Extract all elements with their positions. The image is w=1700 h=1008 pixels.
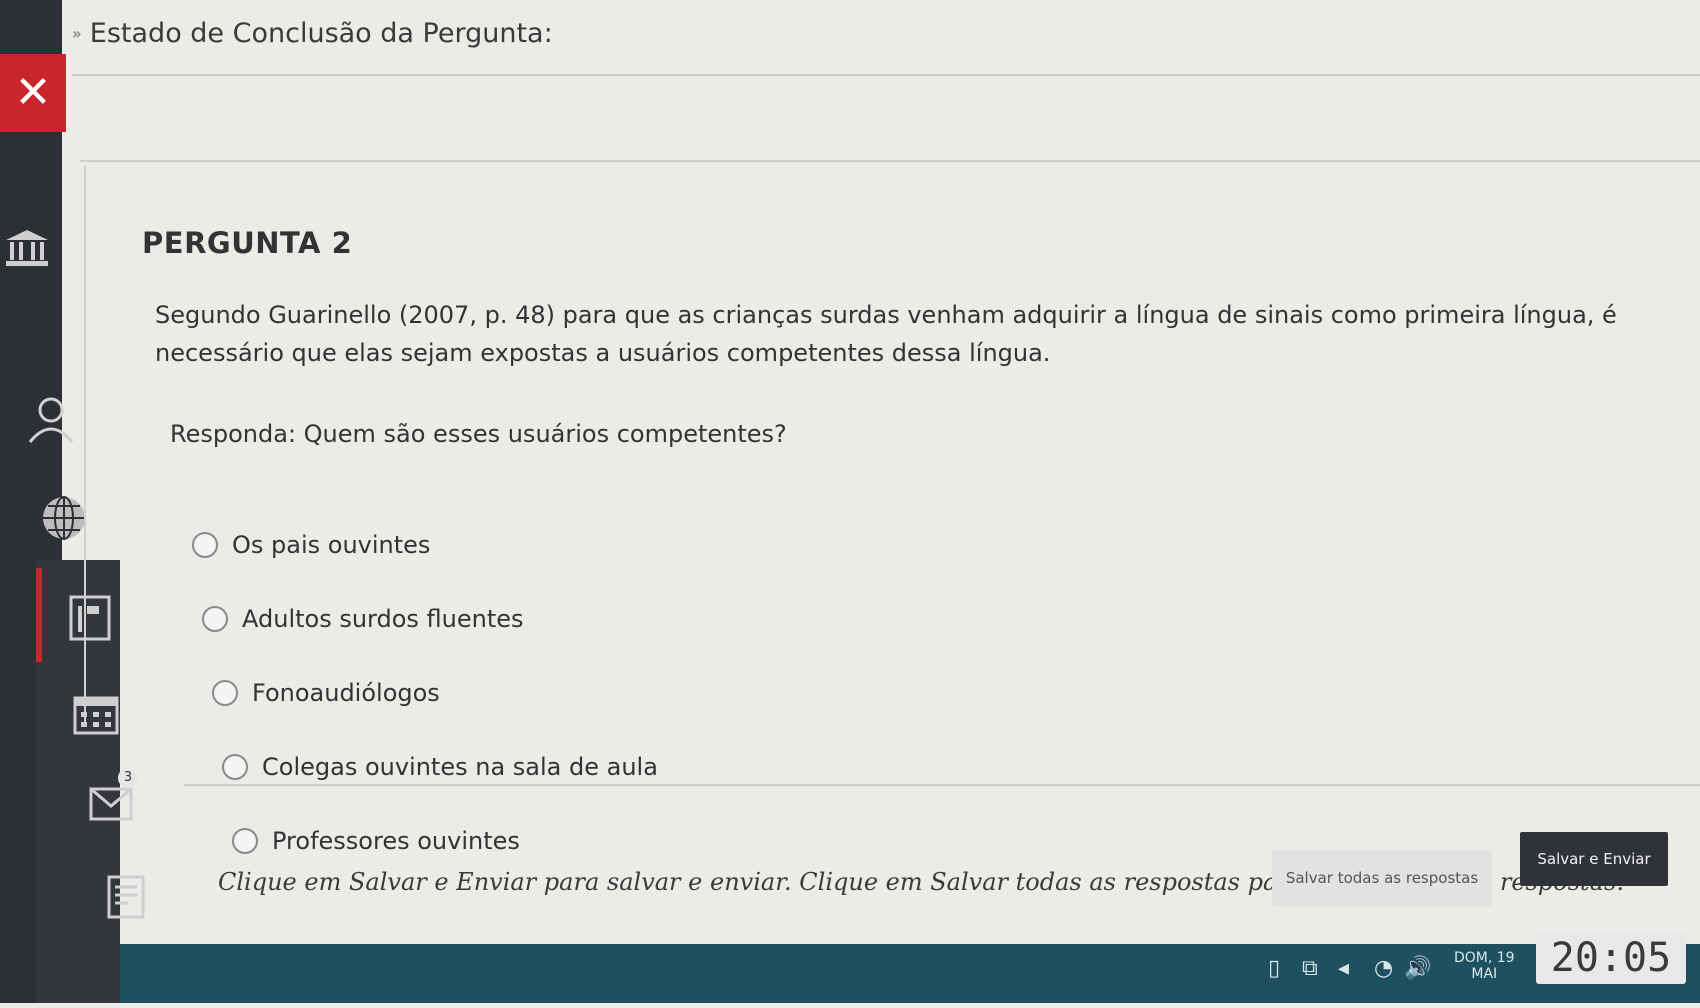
chevron-down-icon[interactable]: »	[72, 24, 82, 43]
notes-icon[interactable]	[106, 874, 146, 926]
window-icon[interactable]: ⧉	[1302, 956, 1318, 981]
wifi-icon[interactable]: ◔	[1374, 956, 1393, 981]
status-title: Estado de Conclusão da Pergunta:	[89, 18, 553, 49]
option-label: Colegas ouvintes na sala de aula	[262, 753, 658, 781]
question-status: » Estado de Conclusão da Pergunta:	[72, 18, 553, 49]
messages-icon[interactable]	[88, 786, 134, 828]
institution-icon[interactable]	[4, 228, 50, 274]
taskbar-clock[interactable]: 20:05	[1536, 932, 1686, 984]
answer-option[interactable]: Adultos surdos fluentes	[202, 582, 658, 656]
radio-button[interactable]	[202, 606, 228, 632]
battery-icon[interactable]: ▯	[1268, 956, 1280, 981]
divider	[80, 160, 1700, 162]
taskbar-date[interactable]: DOM, 19 MAI	[1454, 950, 1515, 982]
save-all-answers-button[interactable]: Salvar todas as respostas	[1272, 850, 1492, 906]
option-label: Fonoaudiólogos	[252, 679, 440, 707]
question-title: PERGUNTA 2	[142, 226, 353, 260]
option-label: Os pais ouvintes	[232, 531, 431, 559]
radio-button[interactable]	[192, 532, 218, 558]
active-indicator	[36, 568, 42, 662]
volume-icon[interactable]: 🔊	[1404, 956, 1431, 981]
answer-option[interactable]: Fonoaudiólogos	[212, 656, 658, 730]
arrow-icon[interactable]: ◂	[1338, 956, 1349, 981]
radio-button[interactable]	[212, 680, 238, 706]
answer-option[interactable]: Os pais ouvintes	[192, 508, 658, 582]
date-month: MAI	[1471, 966, 1498, 982]
user-icon[interactable]	[26, 396, 76, 450]
globe-icon[interactable]	[40, 494, 88, 548]
question-text: Segundo Guarinello (2007, p. 48) para qu…	[155, 301, 1617, 367]
question-prompt: Responda: Quem são esses usuários compet…	[170, 420, 787, 448]
save-and-submit-button[interactable]: Salvar e Enviar	[1520, 832, 1668, 886]
messages-badge: 3	[118, 768, 138, 788]
divider	[72, 74, 1700, 76]
radio-button[interactable]	[222, 754, 248, 780]
option-label: Adultos surdos fluentes	[242, 605, 524, 633]
date-day: DOM, 19	[1454, 950, 1515, 966]
close-button[interactable]: ✕	[0, 54, 66, 132]
